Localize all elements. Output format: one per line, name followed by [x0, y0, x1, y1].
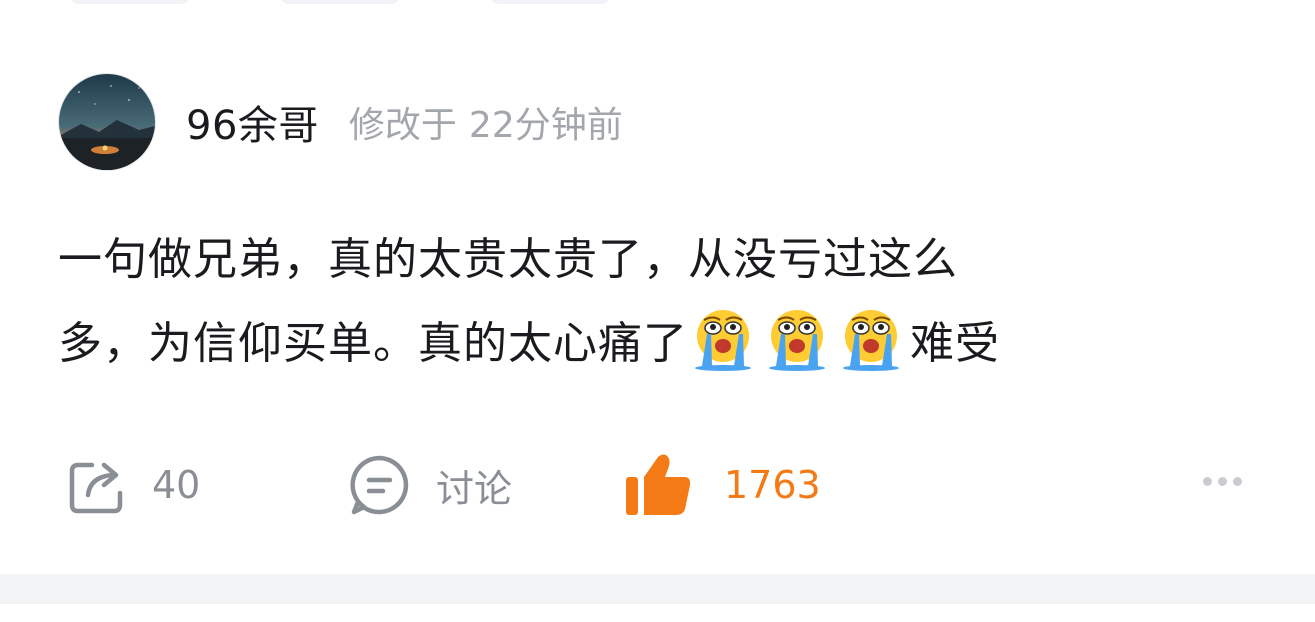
crying-emoji-icon [843, 310, 899, 371]
top-tab-pill[interactable] [70, 0, 190, 4]
time-ago: 22分钟前 [468, 105, 623, 146]
more-dots-icon [1218, 477, 1227, 486]
post-timestamp: 修改于 22分钟前 [349, 96, 623, 148]
post-header: 96余哥 修改于 22分钟前 [58, 73, 623, 171]
crying-emoji-icon [769, 310, 825, 371]
edited-label: 修改于 [348, 105, 457, 146]
section-divider [0, 574, 1315, 604]
action-bar: 40 讨论 1763 [0, 440, 1315, 530]
share-button[interactable]: 40 [66, 450, 200, 520]
post-text-line: 多，为信仰买单。真的太心痛了 难受 [58, 302, 1248, 386]
like-count: 1763 [724, 463, 821, 507]
share-count: 40 [152, 463, 201, 507]
comment-icon [350, 455, 409, 515]
post-content[interactable]: 一句做兄弟，真的太贵太贵了，从没亏过这么 多，为信仰买单。真的太心痛了 难受 [58, 218, 1248, 386]
avatar[interactable] [58, 73, 156, 171]
post-card: 96余哥 修改于 22分钟前 一句做兄弟，真的太贵太贵了，从没亏过这么 多，为信仰… [0, 0, 1315, 622]
more-options-button[interactable] [1203, 477, 1242, 486]
post-text-segment: 多，为信仰买单。真的太心痛了 [58, 318, 688, 369]
night-sky-campfire-avatar-icon [59, 74, 155, 170]
more-dots-icon [1203, 477, 1212, 486]
comment-label: 讨论 [436, 466, 513, 511]
more-dots-icon [1233, 477, 1242, 486]
top-tab-pill[interactable] [280, 0, 400, 4]
like-button[interactable]: 1763 [624, 450, 821, 520]
crying-emoji-icon [695, 310, 751, 371]
thumbs-up-icon [626, 454, 691, 515]
comment-button[interactable]: 讨论 [348, 450, 512, 520]
post-text-segment: 难受 [910, 318, 1000, 369]
author-name[interactable]: 96余哥 [186, 93, 319, 151]
share-icon [69, 462, 123, 514]
top-tab-pill[interactable] [490, 0, 610, 4]
post-text-line: 一句做兄弟，真的太贵太贵了，从没亏过这么 [58, 234, 958, 285]
